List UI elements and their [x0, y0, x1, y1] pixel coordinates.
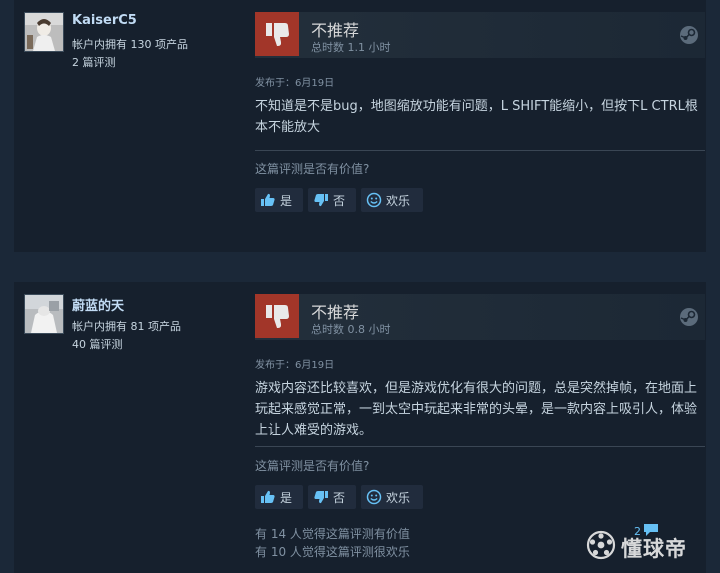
vote-no-button[interactable]: 否: [308, 188, 356, 212]
avatar[interactable]: [24, 294, 64, 334]
vote-yes-label: 是: [280, 490, 293, 505]
review-verdict: 不推荐: [311, 21, 360, 40]
found-helpful-count: 有 14 人觉得这篇评测有价值: [255, 527, 410, 541]
divider: [255, 446, 705, 447]
review-text: 游戏内容还比较喜欢，但是游戏优化有很大的问题，总是突然掉帧，在地面上玩起来感觉正…: [255, 381, 698, 438]
vote-funny-label: 欢乐: [386, 490, 411, 505]
steam-icon: [679, 25, 699, 49]
posted-date: 发布于：6月19日: [255, 360, 335, 371]
helpful-question: 这篇评测是否有价值?: [255, 459, 370, 473]
review-verdict: 不推荐: [311, 303, 360, 322]
vote-no-button[interactable]: 否: [308, 485, 356, 509]
watermark: 懂球帝: [586, 530, 687, 565]
avatar[interactable]: [24, 12, 64, 52]
vote-funny-button[interactable]: 欢乐: [361, 188, 423, 212]
review-card: KaiserC5 帐户内拥有 130 项产品 2 篇评测 不推荐 总时数 1.1…: [14, 0, 706, 252]
steam-icon: [679, 307, 699, 331]
author-name[interactable]: 蔚蓝的天: [72, 295, 124, 314]
hours-played: 总时数 1.1 小时: [311, 41, 391, 54]
thumbs-up-icon: [260, 489, 276, 505]
review-count[interactable]: 40 篇评测: [72, 336, 123, 352]
vote-yes-label: 是: [280, 193, 293, 208]
soccer-ball-icon: [586, 530, 616, 565]
vote-no-label: 否: [333, 490, 346, 505]
author-name[interactable]: KaiserC5: [72, 13, 137, 28]
posted-date: 发布于：6月19日: [255, 78, 335, 89]
review-text: 不知道是不是bug，地图缩放功能有问题，L SHIFT能缩小，但按下L CTRL…: [255, 99, 698, 135]
smiley-icon: [366, 192, 382, 208]
thumbs-down-icon: [313, 489, 329, 505]
divider: [255, 150, 705, 151]
thumbs-down-icon: [313, 192, 329, 208]
vote-header[interactable]: 不推荐 总时数 1.1 小时: [255, 12, 705, 58]
vote-funny-label: 欢乐: [386, 193, 411, 208]
smiley-icon: [366, 489, 382, 505]
thumbs-up-icon: [260, 192, 276, 208]
found-funny-count: 有 10 人觉得这篇评测很欢乐: [255, 545, 410, 559]
helpful-question: 这篇评测是否有价值?: [255, 162, 370, 176]
products-owned[interactable]: 帐户内拥有 81 项产品: [72, 318, 181, 334]
review-count[interactable]: 2 篇评测: [72, 54, 116, 70]
thumbs-down-icon: [255, 12, 299, 56]
vote-no-label: 否: [333, 193, 346, 208]
vote-yes-button[interactable]: 是: [255, 485, 303, 509]
vote-header[interactable]: 不推荐 总时数 0.8 小时: [255, 294, 705, 340]
products-owned[interactable]: 帐户内拥有 130 项产品: [72, 36, 188, 52]
thumbs-down-icon: [255, 294, 299, 338]
vote-funny-button[interactable]: 欢乐: [361, 485, 423, 509]
vote-yes-button[interactable]: 是: [255, 188, 303, 212]
hours-played: 总时数 0.8 小时: [311, 323, 391, 336]
watermark-text: 懂球帝: [621, 536, 687, 561]
